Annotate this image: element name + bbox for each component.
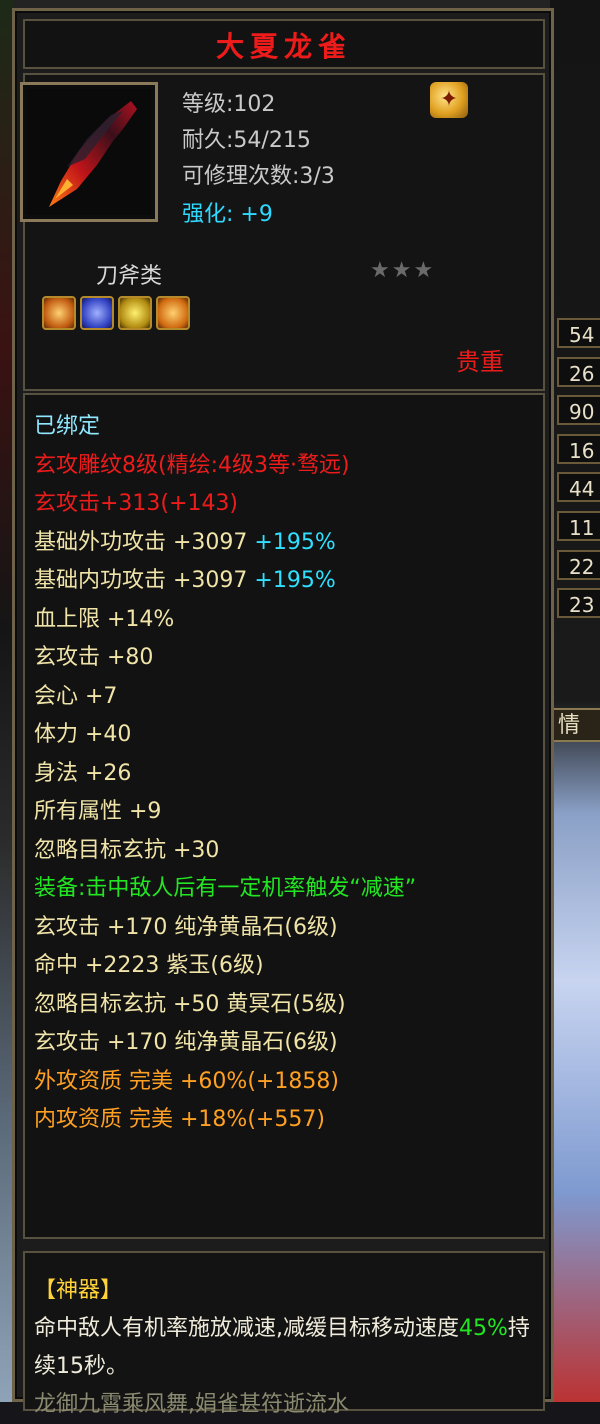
side-stat-item[interactable]: 44	[557, 472, 600, 503]
artifact-effect: 命中敌人有机率施放减速,减缓目标移动速度45%持续15秒。	[34, 1316, 530, 1379]
item-enhance: 强化: +9	[182, 202, 273, 227]
artifact-description: 【神器】 命中敌人有机率施放减速,减缓目标移动速度45%持续15秒。 龙御九霄乘…	[34, 1272, 534, 1424]
attr-all-stats: 所有属性 +9	[34, 799, 162, 824]
side-stat-item[interactable]: 90	[557, 395, 600, 426]
attr-outer-aptitude: 外攻资质 完美 +60%(+1858)	[34, 1068, 339, 1094]
side-tab[interactable]: 情	[552, 708, 600, 742]
attr-inner-aptitude: 内攻资质 完美 +18%(+557)	[34, 1107, 325, 1132]
item-category: 刀斧类	[96, 264, 163, 289]
item-name: 大夏龙雀	[215, 30, 352, 63]
attr-ignore-resist: 忽略目标玄抗 +30	[34, 837, 220, 863]
attr-hp: 血上限 +14%	[34, 606, 175, 632]
attr-engraving: 玄攻雕纹8级(精绘:4级3等·骛远)	[34, 452, 350, 478]
side-stat-item[interactable]: 16	[557, 433, 600, 464]
side-stat-item[interactable]: 22	[557, 549, 600, 580]
item-level: 等级:102	[182, 92, 276, 117]
attr-gem-1: 玄攻击 +170 纯净黄晶石(6级)	[34, 914, 338, 940]
artifact-poem: 龙御九霄乘风舞,娟雀甚符逝流水	[34, 1392, 349, 1417]
attr-agility: 身法 +26	[34, 760, 132, 786]
attr-equip-effect: 装备:击中敌人后有一定机率触发“减速”	[34, 876, 417, 901]
attr-outer-attack: 基础外功攻击 +3097 +195%	[34, 529, 336, 555]
attr-gem-2: 命中 +2223 紫玉(6级)	[34, 953, 264, 978]
yellow-gem-icon[interactable]	[118, 296, 152, 330]
attr-stamina: 体力 +40	[34, 722, 132, 747]
valuable-label: 贵重	[456, 348, 504, 376]
attr-bound: 已绑定	[34, 414, 101, 439]
orange-gem-icon[interactable]	[156, 296, 190, 330]
side-stat-item[interactable]: 26	[557, 356, 600, 387]
item-durability: 耐久:54/215	[182, 128, 311, 153]
attr-crit: 会心 +7	[34, 683, 118, 709]
blue-gem-icon[interactable]	[80, 296, 114, 330]
item-icon[interactable]	[20, 82, 158, 222]
gold-badge-icon: ✦	[430, 82, 468, 118]
blade-icon	[27, 89, 151, 215]
attr-gem-3: 忽略目标玄抗 +50 黄冥石(5级)	[34, 991, 346, 1017]
attr-inner-attack: 基础内功攻击 +3097 +195%	[34, 568, 336, 593]
artifact-tag: 【神器】	[34, 1278, 123, 1303]
orange-gem-icon[interactable]	[42, 296, 76, 330]
side-stat-item[interactable]: 54	[557, 318, 600, 348]
star-rating: ★★★	[370, 258, 436, 283]
item-repair-count: 可修理次数:3/3	[182, 164, 335, 189]
attr-xuan-attack-main: 玄攻击+313(+143)	[34, 491, 239, 516]
side-stat-item[interactable]: 23	[557, 588, 600, 619]
gem-slots	[42, 296, 194, 334]
side-stat-list: 54 26 90 16 44 11 22 23	[557, 318, 600, 627]
title-section: 大夏龙雀	[23, 19, 545, 69]
side-stat-item[interactable]: 11	[557, 510, 600, 541]
game-scene-right	[550, 0, 600, 1402]
attribute-list: 已绑定 玄攻雕纹8级(精绘:4级3等·骛远) 玄攻击+313(+143) 基础外…	[34, 408, 539, 1140]
attr-xuan-attack: 玄攻击 +80	[34, 645, 154, 670]
attr-gem-4: 玄攻击 +170 纯净黄晶石(6级)	[34, 1030, 338, 1055]
